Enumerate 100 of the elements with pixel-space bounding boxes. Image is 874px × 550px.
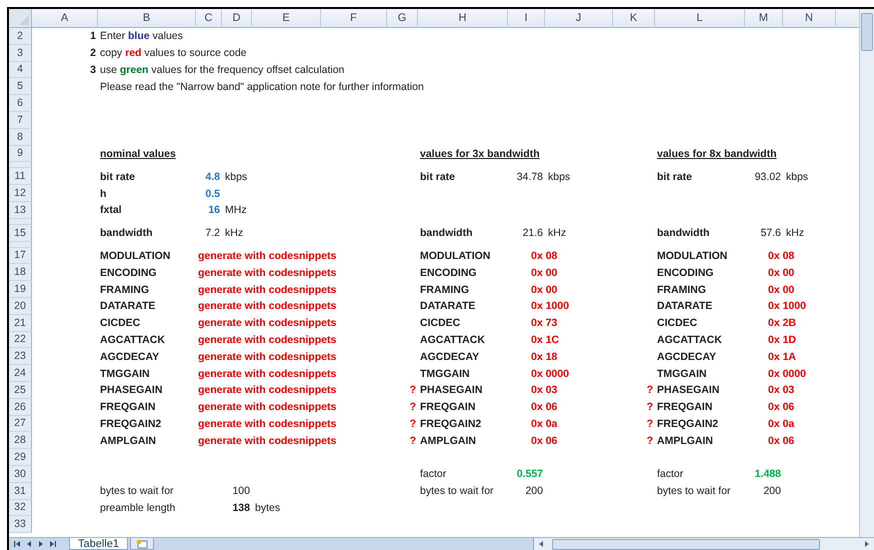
collapsed-row-header[interactable] — [9, 162, 32, 168]
code-note: generate with codesnippets — [198, 300, 336, 312]
column-header[interactable]: M — [745, 9, 783, 28]
label-text: bytes to wait for — [657, 485, 731, 498]
row-header[interactable]: 9 — [9, 146, 32, 162]
parameter-label: MODULATION — [420, 250, 490, 262]
parameter-label: bit rate — [100, 170, 136, 183]
row-header[interactable]: 11 — [9, 168, 32, 186]
parameter-label: CICDEC — [100, 317, 140, 330]
row-header[interactable]: 29 — [9, 449, 32, 466]
previous-sheet-icon[interactable] — [25, 540, 33, 548]
register-value: 0x 03 — [767, 384, 794, 396]
register-value: 0x 00 — [530, 266, 558, 279]
register-value: 0x 06 — [530, 434, 558, 447]
row-header[interactable]: 27 — [9, 416, 32, 432]
row-header[interactable]: 5 — [9, 78, 32, 96]
parameter-label: CICDEC — [657, 317, 698, 330]
parameter-label: ENCODING — [100, 266, 157, 279]
parameter-label: bandwidth — [420, 227, 472, 240]
register-value: 0x 1D — [767, 334, 796, 346]
register-value: 0x 0a — [767, 418, 794, 430]
row-header[interactable]: 15 — [9, 224, 32, 242]
row-header[interactable]: 30 — [9, 466, 32, 483]
vertical-scrollbar[interactable] — [859, 9, 874, 537]
code-note: generate with codesnippets — [198, 401, 336, 414]
column-header[interactable]: E — [252, 9, 321, 28]
register-value: 0x 06 — [530, 401, 558, 414]
unit-text: kbps — [547, 170, 570, 183]
row-header[interactable]: 4 — [9, 62, 32, 78]
code-note: generate with codesnippets — [198, 266, 336, 279]
row-header[interactable]: 28 — [9, 432, 32, 450]
row-header[interactable]: 33 — [9, 516, 32, 534]
question-mark: ? — [646, 401, 653, 414]
column-header[interactable]: K — [613, 9, 655, 28]
row-header[interactable]: 22 — [9, 332, 32, 348]
parameter-label: FREQGAIN — [100, 401, 156, 414]
column-header[interactable]: J — [545, 9, 613, 28]
column-header[interactable]: C — [196, 9, 222, 28]
factor-value: 0.557 — [516, 468, 543, 480]
code-note: generate with codesnippets — [198, 384, 336, 396]
value-text: 7.2 — [205, 227, 220, 240]
column-header[interactable]: H — [418, 9, 508, 28]
question-mark: ? — [410, 401, 416, 414]
row-header[interactable]: 13 — [9, 202, 32, 219]
row-header[interactable]: 7 — [9, 112, 32, 129]
row-header[interactable]: 12 — [9, 185, 32, 202]
row-header[interactable]: 20 — [9, 298, 32, 315]
value-text: 200 — [763, 485, 781, 498]
first-sheet-icon[interactable] — [13, 540, 21, 548]
parameter-label: MODULATION — [657, 250, 728, 262]
insert-sheet-button[interactable] — [130, 538, 154, 550]
parameter-label: AGCDECAY — [100, 350, 160, 363]
register-value: 0x 18 — [530, 350, 558, 363]
register-value: 0x 06 — [767, 401, 794, 414]
parameter-label: TMGGAIN — [657, 368, 707, 380]
row-header[interactable]: 2 — [9, 28, 32, 45]
code-note: generate with codesnippets — [198, 350, 336, 363]
parameter-label: TMGGAIN — [100, 368, 150, 380]
unit-text: kHz — [224, 227, 244, 240]
label-text: preamble length — [100, 502, 176, 514]
column-header[interactable]: I — [508, 9, 545, 28]
corner-triangle-icon — [19, 15, 29, 25]
horizontal-scrollbar[interactable] — [533, 538, 874, 550]
parameter-label: bandwidth — [100, 227, 152, 240]
value-text: 21.6 — [522, 227, 543, 240]
register-value: 0x 08 — [530, 250, 558, 262]
parameter-label: DATARATE — [420, 300, 476, 312]
row-header[interactable]: 21 — [9, 314, 32, 332]
code-note: generate with codesnippets — [198, 250, 336, 262]
label-text: factor — [420, 468, 446, 480]
row-header[interactable]: 17 — [9, 248, 32, 264]
row-header[interactable]: 32 — [9, 500, 32, 516]
row-header[interactable]: 18 — [9, 264, 32, 282]
row-header[interactable]: 25 — [9, 382, 32, 399]
column-header[interactable]: A — [32, 9, 98, 28]
register-value: 0x 73 — [530, 317, 558, 330]
instruction-text: use green values for the frequency offset calculation — [100, 64, 344, 76]
column-header[interactable]: F — [321, 9, 387, 28]
row-header[interactable]: 23 — [9, 348, 32, 366]
row-header[interactable]: 31 — [9, 482, 32, 500]
column-header[interactable]: L — [655, 9, 745, 28]
code-note: generate with codesnippets — [198, 284, 336, 296]
row-header[interactable]: 8 — [9, 128, 32, 146]
parameter-label: MODULATION — [100, 250, 170, 262]
row-header[interactable]: 3 — [9, 44, 32, 62]
register-value: 0x 06 — [767, 434, 794, 447]
column-header[interactable]: N — [783, 9, 836, 28]
row-header[interactable]: 19 — [9, 281, 32, 298]
last-sheet-icon[interactable] — [49, 540, 57, 548]
column-header[interactable]: D — [222, 9, 252, 28]
row-header[interactable]: 6 — [9, 95, 32, 112]
parameter-label: PHASEGAIN — [100, 384, 162, 396]
row-header[interactable]: 24 — [9, 365, 32, 382]
sheet-tab[interactable]: Tabelle1 — [69, 538, 128, 550]
row-header[interactable]: 26 — [9, 398, 32, 416]
next-sheet-icon[interactable] — [37, 540, 45, 548]
column-header[interactable]: G — [387, 9, 418, 28]
code-note: generate with codesnippets — [198, 418, 336, 430]
column-header[interactable]: B — [98, 9, 196, 28]
parameter-label: bit rate — [420, 170, 456, 183]
